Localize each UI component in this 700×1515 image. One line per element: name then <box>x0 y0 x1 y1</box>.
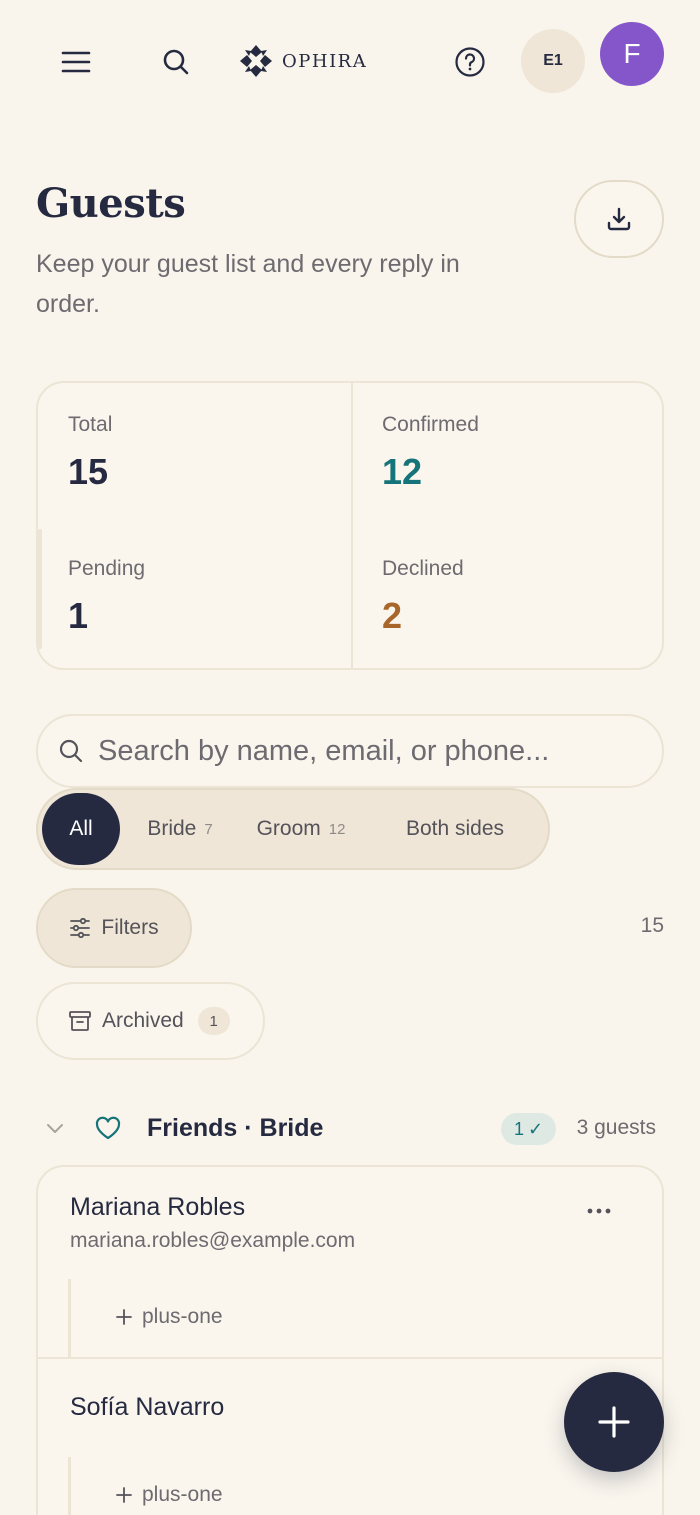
guest-list-card: Mariana Robles mariana.robles@example.co… <box>36 1165 664 1515</box>
add-plus-one-button[interactable]: plus-one <box>116 1305 223 1329</box>
menu-button[interactable] <box>52 38 100 86</box>
archived-label: Archived <box>102 1009 184 1032</box>
rsvp-stats-card: Total 15 Confirmed 12 Pending 1 Declined… <box>36 381 664 670</box>
guest-name: Mariana Robles <box>70 1193 246 1221</box>
group-confirmed-badge: 1 ✓ <box>501 1113 557 1145</box>
stat-confirmed: Confirmed 12 <box>382 413 479 493</box>
brand-name: OPHIRA <box>282 50 368 72</box>
pending-accent-bar <box>38 529 42 649</box>
download-button[interactable] <box>574 180 664 258</box>
group-confirmed-count: 1 <box>514 1118 525 1139</box>
stat-confirmed-label: Confirmed <box>382 413 479 436</box>
stat-declined-label: Declined <box>382 557 464 580</box>
download-icon <box>607 207 631 231</box>
stat-confirmed-value: 12 <box>382 451 423 492</box>
guest-name: Sofía Navarro <box>70 1393 225 1421</box>
tab-both-sides[interactable]: Both sides <box>362 793 548 865</box>
brand-logo[interactable]: OPHIRA <box>238 44 367 78</box>
guest-email: mariana.robles@example.com <box>70 1229 356 1252</box>
filters-label: Filters <box>101 916 159 939</box>
stat-pending: Pending 1 <box>68 557 145 637</box>
help-button[interactable] <box>446 38 494 86</box>
plus-one-label: plus-one <box>142 1483 223 1506</box>
search-icon <box>59 739 83 763</box>
side-filter-tabs: All Bride 7 Groom 12 Both sides <box>36 788 550 870</box>
filters-button[interactable]: Filters <box>36 888 192 968</box>
ophira-logo-icon <box>240 45 272 77</box>
check-icon: ✓ <box>528 1118 544 1139</box>
search-button[interactable] <box>152 38 200 86</box>
plus-icon <box>116 1309 132 1325</box>
tab-bride[interactable]: Bride 7 <box>120 793 240 865</box>
heart-icon <box>95 1116 121 1140</box>
archived-count-badge: 1 <box>197 1007 230 1035</box>
stat-total: Total 15 <box>68 413 112 493</box>
stat-total-value: 15 <box>68 451 109 492</box>
chevron-down-icon[interactable] <box>44 1117 66 1139</box>
group-title: Friends · Bride <box>147 1114 324 1142</box>
menu-icon <box>61 51 91 73</box>
stat-declined-value: 2 <box>382 595 403 636</box>
sliders-icon <box>70 918 91 938</box>
stat-pending-value: 1 <box>68 595 89 636</box>
event-switcher[interactable]: E1 <box>521 29 585 93</box>
stats-divider <box>351 383 353 668</box>
user-avatar[interactable]: F <box>600 22 664 86</box>
group-guest-count: 3 guests <box>576 1116 656 1139</box>
archived-button[interactable]: Archived 1 <box>36 982 265 1060</box>
search-icon <box>163 49 189 75</box>
page-title: Guests <box>36 180 186 227</box>
plus-one-rail <box>68 1457 71 1515</box>
help-icon <box>455 47 485 77</box>
tab-groom-label: Groom <box>256 817 321 840</box>
more-icon[interactable] <box>586 1207 612 1215</box>
guest-search <box>36 714 664 788</box>
page-subtitle: Keep your guest list and every reply in … <box>36 250 460 318</box>
tab-bride-label: Bride <box>147 817 197 840</box>
stat-total-label: Total <box>68 413 113 436</box>
search-input[interactable] <box>98 734 638 768</box>
tab-groom[interactable]: Groom 12 <box>240 793 362 865</box>
add-plus-one-button[interactable]: plus-one <box>116 1483 223 1507</box>
guest-group-header: Friends · Bride 1 ✓ 3 guests <box>36 1106 664 1152</box>
stat-pending-label: Pending <box>68 557 146 580</box>
result-count: 15 <box>640 914 664 937</box>
top-bar: OPHIRA E1 F <box>0 0 700 124</box>
plus-one-rail <box>68 1279 71 1359</box>
tab-both-sides-label: Both sides <box>405 817 505 840</box>
tab-bride-count: 7 <box>204 820 213 838</box>
add-guest-button[interactable] <box>564 1372 664 1472</box>
guest-row[interactable]: Mariana Robles mariana.robles@example.co… <box>38 1167 662 1359</box>
plus-icon <box>598 1406 630 1438</box>
stat-declined: Declined 2 <box>382 557 464 637</box>
tab-all-label: All <box>69 817 93 840</box>
archive-icon <box>69 1011 91 1031</box>
tab-all[interactable]: All <box>42 793 120 865</box>
plus-icon <box>116 1487 132 1503</box>
tab-groom-count: 12 <box>328 820 346 838</box>
plus-one-label: plus-one <box>142 1305 223 1328</box>
